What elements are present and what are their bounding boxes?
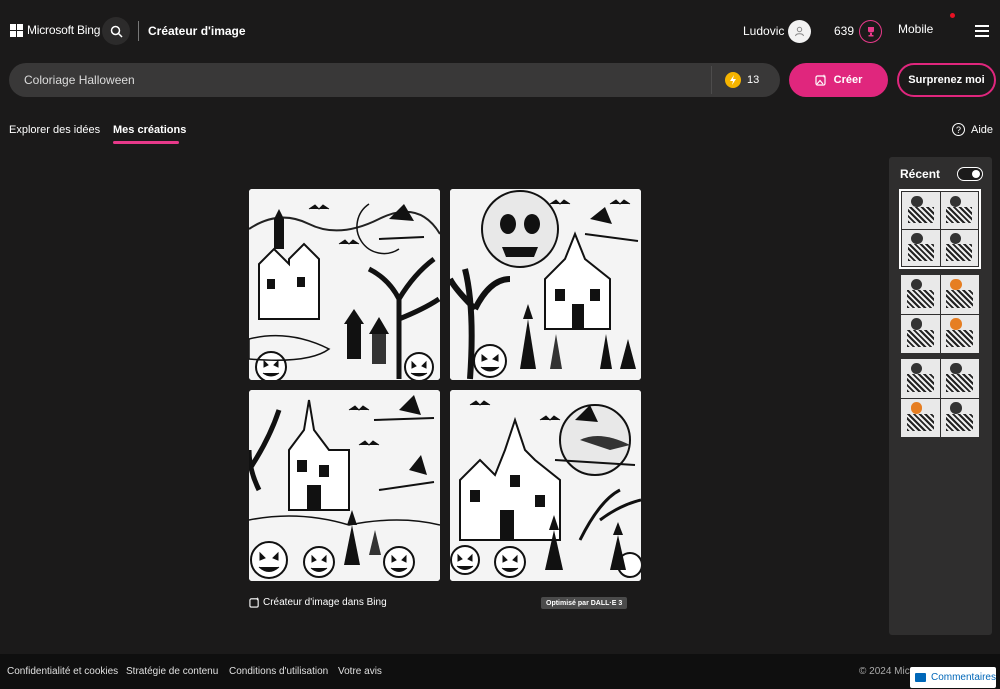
image-creator-caption: Créateur d'image dans Bing (249, 597, 387, 608)
footer-link-feedback[interactable]: Votre avis (338, 666, 382, 677)
surprise-button[interactable]: Surprenez moi (897, 63, 996, 97)
search-button[interactable] (102, 17, 130, 45)
rewards-points[interactable]: 639 (834, 24, 854, 38)
recent-toggle[interactable] (957, 167, 983, 181)
trophy-icon (867, 26, 874, 36)
feedback-button[interactable]: Commentaires (910, 667, 996, 688)
footer: Confidentialité et cookies Stratégie de … (0, 654, 1000, 689)
generated-image-2[interactable] (450, 189, 641, 380)
prompt-input[interactable] (24, 73, 704, 87)
recent-thumbnail-1[interactable] (899, 189, 981, 269)
recent-title: Récent (900, 167, 941, 181)
user-icon (795, 26, 804, 37)
dalle-badge: Optimisé par DALL·E 3 (541, 597, 628, 609)
generated-image-4[interactable] (450, 390, 641, 581)
search-icon (110, 25, 123, 38)
notification-dot (950, 13, 955, 18)
top-header: Microsoft Bing Créateur d'image Ludovic … (0, 0, 1000, 62)
hamburger-menu-icon[interactable] (975, 25, 989, 37)
brand-label: Microsoft Bing (27, 23, 101, 37)
create-button[interactable]: Créer (789, 63, 888, 97)
avatar[interactable] (788, 20, 811, 43)
help-icon: ? (952, 123, 965, 136)
copyright: © 2024 Micr (859, 666, 914, 677)
boost-coin-icon[interactable] (725, 72, 741, 88)
toggle-knob (972, 170, 980, 178)
microsoft-logo-icon (10, 23, 23, 37)
create-button-label: Créer (833, 74, 863, 86)
boost-divider (711, 66, 712, 94)
user-name[interactable]: Ludovic (743, 24, 784, 38)
help-button[interactable]: ? Aide (952, 123, 993, 136)
feedback-label: Commentaires (930, 672, 996, 683)
recent-thumbnail-3[interactable] (901, 359, 979, 437)
rewards-button[interactable] (859, 20, 882, 43)
prompt-bar: 13 (9, 63, 780, 97)
tab-my-creations[interactable]: Mes créations (113, 124, 186, 136)
caption-label: Créateur d'image dans Bing (263, 597, 387, 608)
footer-link-privacy[interactable]: Confidentialité et cookies (7, 666, 118, 677)
bing-logo[interactable]: Microsoft Bing (10, 23, 100, 37)
generated-image-1[interactable] (249, 189, 440, 380)
header-divider (138, 21, 139, 41)
boost-count: 13 (747, 74, 760, 86)
footer-link-terms[interactable]: Conditions d'utilisation (229, 666, 328, 677)
generated-image-3[interactable] (249, 390, 440, 581)
help-label: Aide (971, 123, 994, 136)
tab-explore[interactable]: Explorer des idées (9, 124, 100, 136)
footer-link-content-policy[interactable]: Stratégie de contenu (126, 666, 218, 677)
recent-thumbnail-2[interactable] (901, 275, 979, 353)
active-tab-indicator (113, 141, 179, 144)
page-title: Créateur d'image (148, 24, 246, 38)
image-create-icon (249, 597, 260, 608)
surprise-button-label: Surprenez moi (908, 74, 985, 86)
recent-panel: Récent (889, 157, 992, 635)
comment-icon (915, 673, 926, 682)
image-create-icon (815, 74, 826, 86)
mobile-link[interactable]: Mobile (898, 22, 933, 36)
